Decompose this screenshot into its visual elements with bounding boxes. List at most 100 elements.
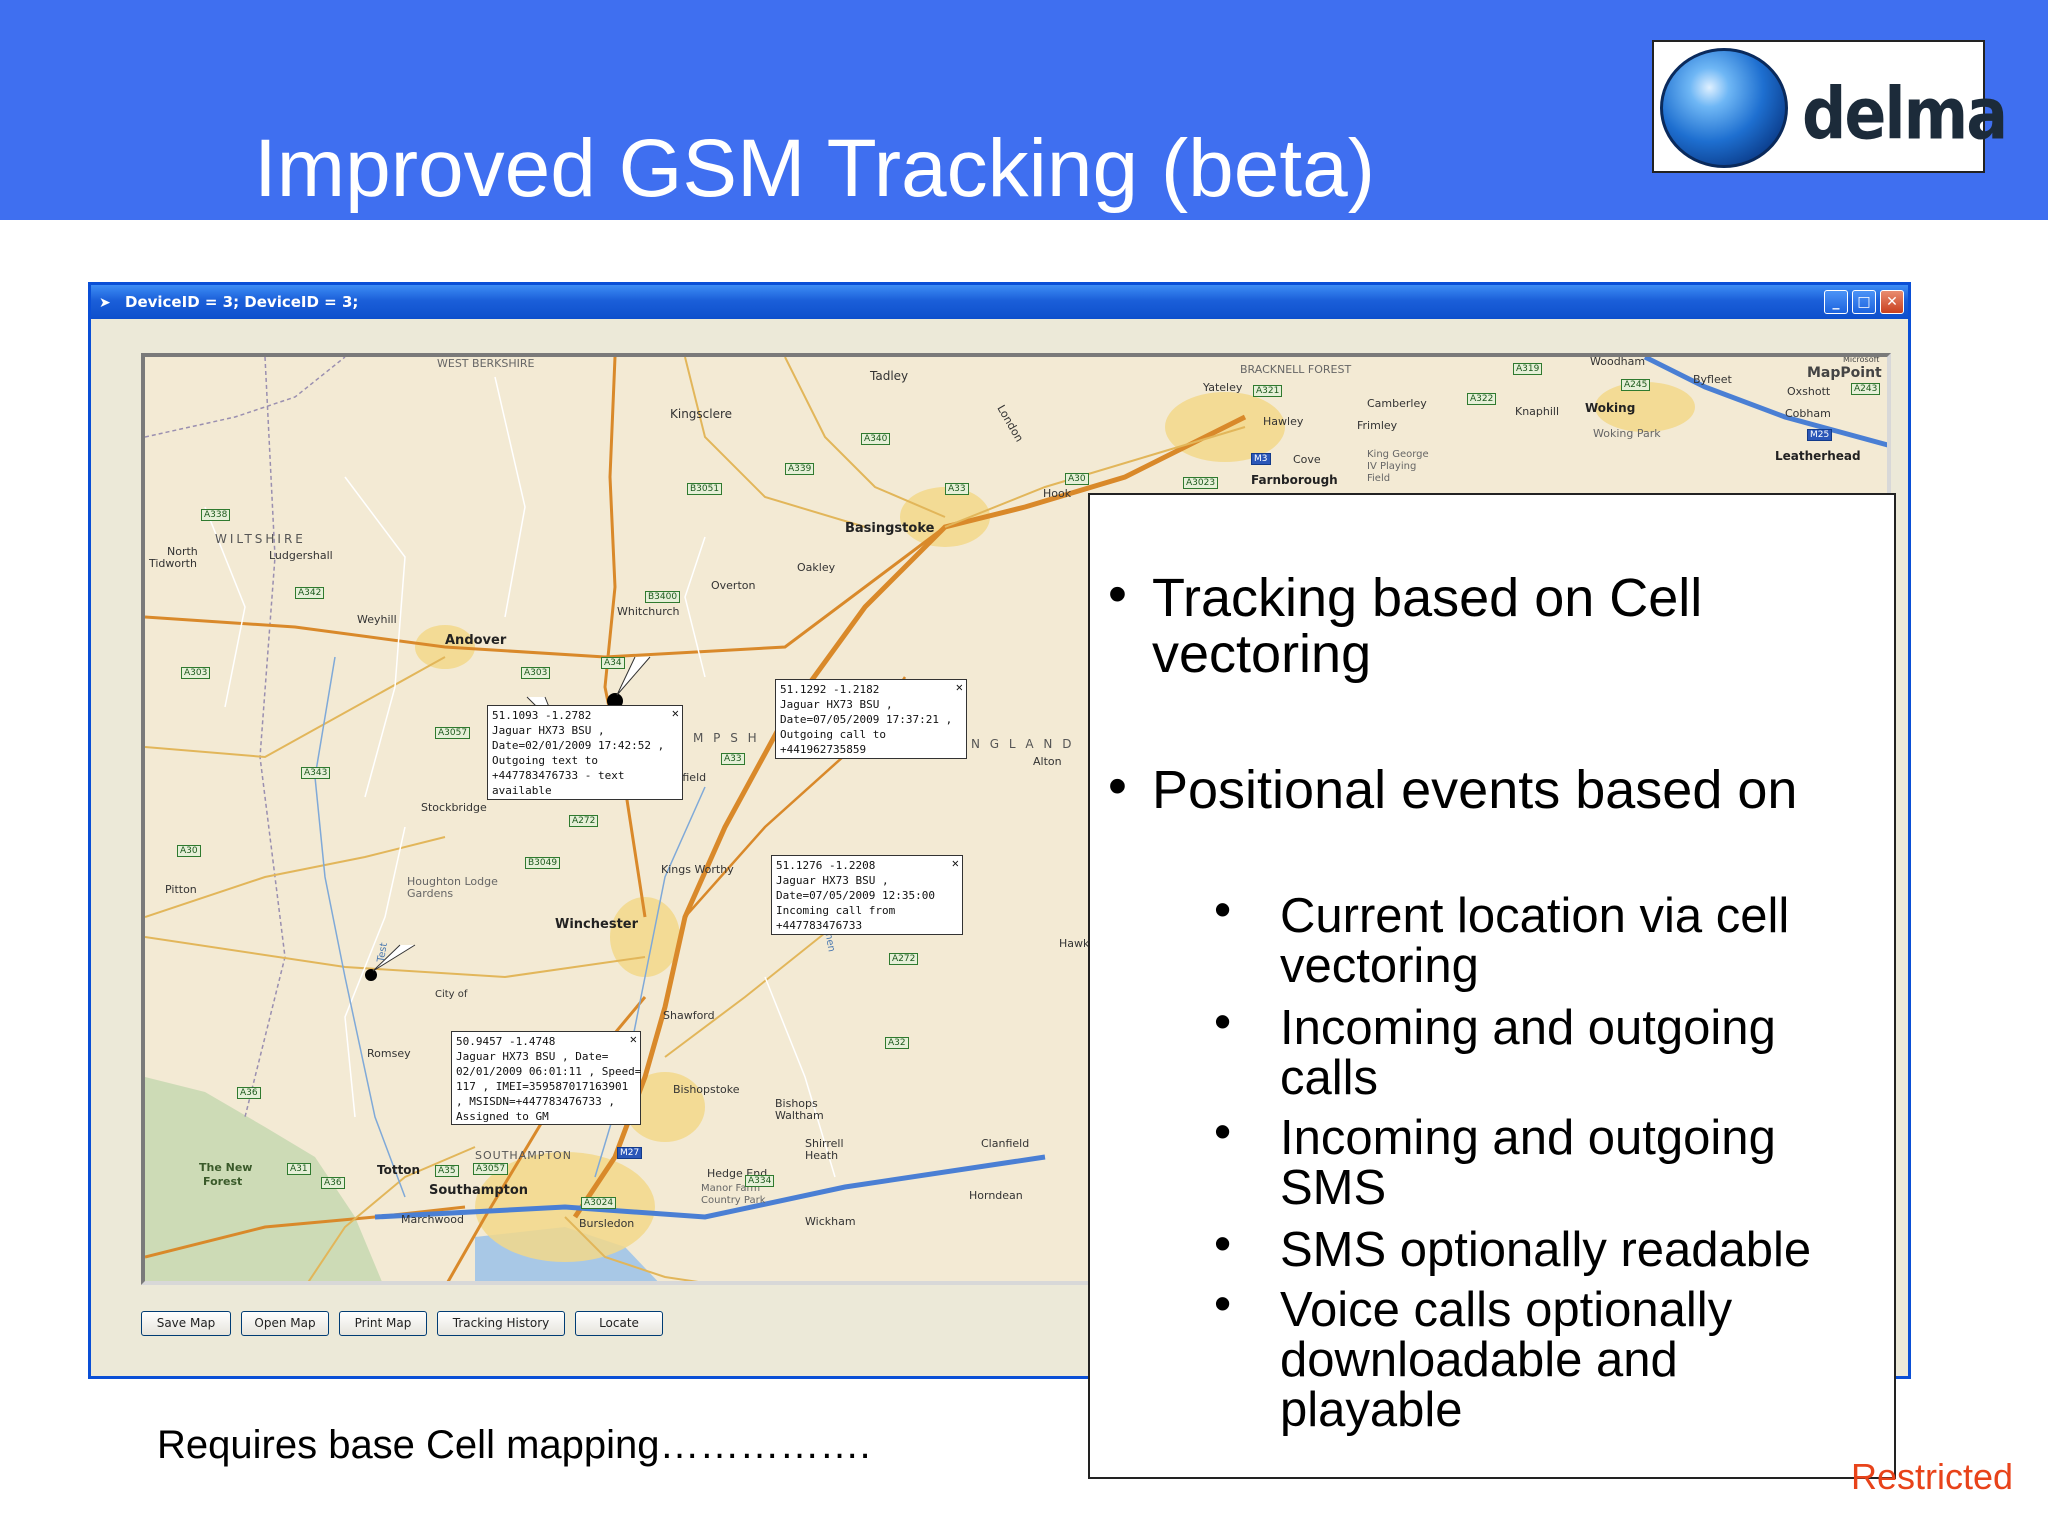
road-shield: A3057	[435, 727, 471, 739]
location-popup[interactable]: ✕ 50.9457 -1.4748 Jaguar HX73 BSU , Date…	[451, 1031, 641, 1125]
popup-close-icon[interactable]: ✕	[956, 680, 963, 695]
tracking-point	[365, 969, 377, 981]
map-label-tadley: Tadley	[870, 369, 909, 383]
map-label-west-berkshire: WEST BERKSHIRE	[437, 357, 535, 370]
footnote: Requires base Cell mapping…………….	[157, 1423, 871, 1467]
map-label-clanfield: Clanfield	[981, 1137, 1030, 1150]
main-bullet-line: Positional events based on	[1152, 760, 1798, 820]
map-label-woking: Woking	[1585, 401, 1636, 415]
popup-line: 117 , IMEI=359587017163901	[456, 1080, 629, 1093]
minor-road	[684, 536, 706, 678]
road-shield: A32	[885, 1037, 909, 1049]
features-bullet-box: • Tracking based on Cell vectoring • Pos…	[1088, 493, 1896, 1479]
sub-bullet-line: Voice calls optionally	[1280, 1283, 1733, 1337]
map-label-woking-park: Woking Park	[1593, 427, 1661, 440]
minimize-icon: _	[1832, 294, 1840, 310]
map-label-iv-playing: IV Playing	[1367, 461, 1417, 472]
popup-close-icon[interactable]: ✕	[672, 706, 679, 721]
maximize-icon: □	[1857, 294, 1871, 310]
maximize-button[interactable]: □	[1852, 290, 1876, 314]
map-label-andover: Andover	[445, 633, 507, 648]
locate-button[interactable]: Locate	[575, 1311, 663, 1336]
road-shield: A334	[745, 1175, 775, 1187]
road-shield: A35	[435, 1165, 459, 1177]
minor-road	[494, 376, 526, 618]
map-label-tidworth: Tidworth	[149, 557, 197, 570]
location-popup[interactable]: ✕ 51.1292 -1.2182 Jaguar HX73 BSU , Date…	[775, 679, 967, 759]
map-label-southampton: Southampton	[429, 1183, 529, 1198]
map-label-weyhill: Weyhill	[357, 613, 397, 626]
map-label-the-new: The New	[199, 1161, 253, 1174]
map-label-totton: Totton	[377, 1163, 421, 1177]
map-label-heath: Heath	[805, 1149, 839, 1162]
window-titlebar[interactable]: ➤ DeviceID = 3; DeviceID = 3; _ □ ✕	[91, 285, 1908, 319]
tracking-history-button[interactable]: Tracking History	[437, 1311, 565, 1336]
map-label-kings-worthy: Kings Worthy	[661, 863, 734, 876]
popup-line: +447783476733 - text	[492, 769, 625, 782]
map-label-ludgershall: Ludgershall	[269, 549, 333, 562]
road-shield: A343	[301, 767, 331, 779]
popup-close-icon[interactable]: ✕	[630, 1032, 637, 1047]
road-shield: A339	[785, 463, 815, 475]
map-label-hawley: Hawley	[1263, 415, 1304, 428]
location-popup[interactable]: ✕ 51.1276 -1.2208 Jaguar HX73 BSU , Date…	[771, 855, 963, 935]
county-boundary	[145, 357, 346, 438]
map-label-stockbridge: Stockbridge	[421, 801, 487, 814]
road-shield: A272	[889, 953, 919, 965]
popup-line: Jaguar HX73 BSU ,	[780, 698, 893, 711]
map-label-overton: Overton	[711, 579, 756, 592]
sub-bullet-marker: •	[1214, 883, 1232, 937]
open-map-button[interactable]: Open Map	[241, 1311, 329, 1336]
map-label-yateley: Yateley	[1203, 381, 1243, 394]
popup-line: 51.1276 -1.2208	[776, 859, 876, 872]
map-label-whitchurch: Whitchurch	[617, 605, 680, 618]
popup-line: 02/01/2009 06:01:11 , Speed=	[456, 1065, 642, 1078]
road-shield: A340	[861, 433, 891, 445]
map-label-hawk: Hawk	[1059, 937, 1090, 950]
map-label-bishopstoke: Bishopstoke	[673, 1083, 740, 1096]
map-label-bursledon: Bursledon	[579, 1217, 635, 1230]
map-label-wiltshire: WILTSHIRE	[215, 532, 306, 546]
sub-bullet-line: SMS optionally readable	[1280, 1223, 1812, 1277]
road-shield: A34	[601, 657, 625, 669]
a303-road	[145, 525, 946, 659]
road-shield: A3057	[473, 1163, 509, 1175]
map-label-bracknell-forest: BRACKNELL FOREST	[1240, 363, 1352, 376]
road-shield: A30	[1065, 473, 1089, 485]
map-label-basingstoke: Basingstoke	[845, 521, 935, 536]
save-map-button[interactable]: Save Map	[141, 1311, 231, 1336]
map-label-cove: Cove	[1293, 453, 1321, 466]
map-label-field: Field	[1367, 473, 1391, 484]
road-shield: B3051	[687, 483, 723, 495]
slide-header: Improved GSM Tracking (beta) delma	[0, 0, 2048, 220]
popup-line: 50.9457 -1.4748	[456, 1035, 556, 1048]
road-shield-motorway: M27	[617, 1147, 643, 1159]
close-button[interactable]: ✕	[1880, 290, 1904, 314]
minimize-button[interactable]: _	[1824, 290, 1848, 314]
popup-line: 51.1093 -1.2782	[492, 709, 592, 722]
popup-line: +441962735859	[780, 743, 867, 756]
road-shield: A303	[181, 667, 211, 679]
sub-bullet-marker: •	[1214, 995, 1232, 1049]
location-popup[interactable]: ✕ 51.1093 -1.2782 Jaguar HX73 BSU , Date…	[487, 705, 683, 800]
road-shield-motorway: M25	[1807, 429, 1833, 441]
popup-line: Outgoing text to	[492, 754, 598, 767]
map-label-leatherhead: Leatherhead	[1775, 449, 1861, 463]
main-bullet-line: Tracking based on Cell	[1152, 568, 1703, 628]
popup-line: Jaguar HX73 BSU ,	[492, 724, 605, 737]
popup-line: +447783476733	[776, 919, 863, 932]
popup-close-icon[interactable]: ✕	[952, 856, 959, 871]
map-label-romsey: Romsey	[367, 1047, 411, 1060]
road-shield: B3400	[645, 591, 681, 603]
map-label-shawford: Shawford	[663, 1009, 715, 1022]
sub-bullet-line: downloadable and	[1280, 1333, 1678, 1387]
map-label-oakley: Oakley	[797, 561, 836, 574]
map-label-kingsclere: Kingsclere	[670, 407, 733, 421]
popup-line: Outgoing call to	[780, 728, 886, 741]
a339-road	[684, 357, 866, 528]
map-label-oxshott: Oxshott	[1787, 385, 1831, 398]
sub-bullet-line: calls	[1280, 1051, 1379, 1105]
map-label-pitton: Pitton	[165, 883, 197, 896]
print-map-button[interactable]: Print Map	[339, 1311, 427, 1336]
close-icon: ✕	[1886, 294, 1898, 310]
